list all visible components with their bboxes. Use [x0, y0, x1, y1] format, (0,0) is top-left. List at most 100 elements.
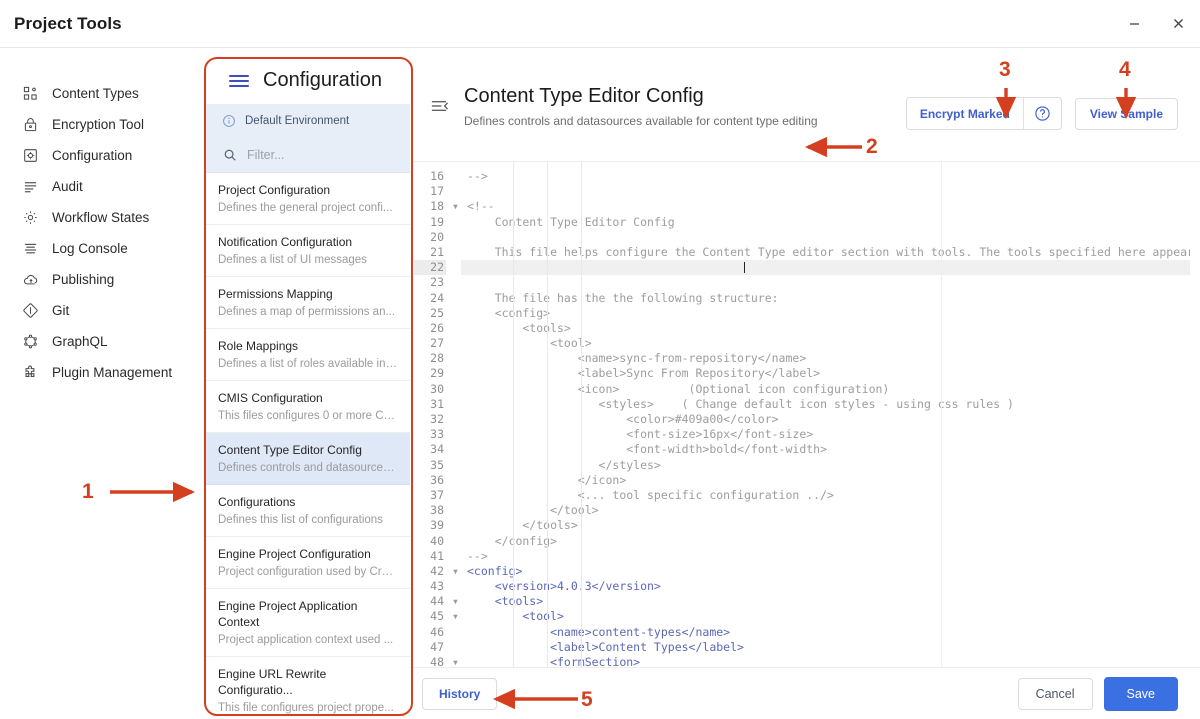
- fold-toggle-icon[interactable]: ▾: [450, 594, 461, 609]
- filter-input[interactable]: Filter...: [205, 137, 410, 173]
- sidebar-item-git[interactable]: Git: [0, 295, 205, 326]
- sidebar-item-label: Publishing: [52, 272, 115, 287]
- configuration-list-item[interactable]: Role Mappings Defines a list of roles ava…: [205, 329, 410, 381]
- editor-line-number: 35: [430, 457, 444, 472]
- encrypt-marked-group: Encrypt Marked: [905, 97, 1062, 130]
- configuration-list-item[interactable]: Engine URL Rewrite Configuratio... This f…: [205, 657, 410, 716]
- configuration-item-name: Content Type Editor Config: [218, 443, 362, 457]
- puzzle-icon: [22, 364, 39, 381]
- configuration-list[interactable]: Project Configuration Defines the general…: [205, 173, 410, 716]
- editor-line-number: 34: [430, 442, 444, 457]
- configuration-list-item[interactable]: Project Configuration Defines the general…: [205, 173, 410, 225]
- sidebar-item-configuration[interactable]: Configuration: [0, 140, 205, 171]
- editor-code-line: <tools>: [467, 320, 571, 335]
- editor-line-number: 17: [430, 184, 444, 199]
- editor-code-line: </tool>: [467, 503, 599, 518]
- cancel-button[interactable]: Cancel: [1017, 677, 1093, 710]
- question-circle-icon[interactable]: [1024, 98, 1061, 129]
- environment-row[interactable]: Default Environment: [205, 104, 410, 137]
- editor-code-line: <tools>: [467, 594, 544, 609]
- editor-active-line-highlight: [461, 260, 1200, 276]
- sidebar-item-encryption-tool[interactable]: Encryption Tool: [0, 109, 205, 140]
- configuration-list-item[interactable]: Notification Configuration Defines a list…: [205, 225, 410, 277]
- editor-code-line: <config>: [467, 305, 551, 320]
- editor-line-number: 23: [430, 275, 444, 290]
- close-icon[interactable]: [1156, 0, 1200, 48]
- configuration-item-description: This file configures project prope...: [218, 702, 394, 714]
- collapse-panel-icon[interactable]: [414, 80, 464, 114]
- main-subtitle: Defines controls and datasources availab…: [464, 114, 818, 128]
- configuration-list-item[interactable]: CMIS Configuration This files configures …: [205, 381, 410, 433]
- editor-line-number: 18: [430, 199, 444, 214]
- sidebar-item-content-types[interactable]: Content Types: [0, 78, 205, 109]
- editor-line-number: 19: [430, 214, 444, 229]
- sidebar-item-publishing[interactable]: Publishing: [0, 264, 205, 295]
- editor-vertical-scrollbar[interactable]: [1190, 162, 1200, 667]
- configuration-list-item[interactable]: Engine Project Application Context Projec…: [205, 589, 410, 657]
- editor-indent-guide: [547, 162, 548, 667]
- environment-label: Default Environment: [245, 114, 350, 127]
- fold-toggle-icon[interactable]: ▾: [450, 564, 461, 579]
- main-header: Content Type Editor Config Defines contr…: [414, 57, 1200, 162]
- editor-line-number: 21: [430, 244, 444, 259]
- editor-code-line: <formSection>: [467, 655, 641, 667]
- configuration-list-item[interactable]: Configurations Defines this list of confi…: [205, 485, 410, 537]
- editor-code-area[interactable]: --> <!-- Content Type Editor Config This …: [461, 162, 1200, 667]
- sidebar-item-label: Configuration: [52, 148, 133, 163]
- editor-code-line: <... tool specific configuration ../>: [467, 487, 834, 502]
- sidebar-item-graphql[interactable]: GraphQL: [0, 326, 205, 357]
- editor-code-line: <tool>: [467, 336, 592, 351]
- minimize-icon[interactable]: [1112, 0, 1156, 48]
- code-editor[interactable]: 16 17 18 19 20 21 22 23 24 25 26 27 28 29 30 31 32 33 34 35…: [414, 162, 1200, 667]
- view-sample-button[interactable]: View Sample: [1074, 97, 1178, 130]
- sidebar-item-plugin-management[interactable]: Plugin Management: [0, 357, 205, 388]
- main-header-texts: Content Type Editor Config Defines contr…: [464, 80, 906, 128]
- configuration-item-description: Defines this list of configurations: [218, 514, 383, 526]
- configuration-item-name: Engine Project Application Context: [218, 599, 358, 629]
- editor-code-line: <name>content-types</name>: [467, 624, 731, 639]
- sidebar-item-log-console[interactable]: Log Console: [0, 233, 205, 264]
- history-button[interactable]: History: [422, 677, 498, 710]
- sidebar-item-label: Log Console: [52, 241, 128, 256]
- configuration-list-item[interactable]: Content Type Editor Config Defines contro…: [205, 433, 410, 485]
- fold-toggle-icon[interactable]: ▾: [450, 199, 461, 214]
- hamburger-icon[interactable]: [229, 74, 249, 87]
- fold-toggle-icon[interactable]: ▾: [450, 609, 461, 624]
- app-window: Project Tools Content Types Encryption T…: [0, 0, 1200, 719]
- editor-code-line: <styles> ( Change default icon styles - …: [467, 396, 1014, 411]
- editor-line-number: 41: [430, 548, 444, 563]
- editor-code-line: </styles>: [467, 457, 661, 472]
- configuration-item-description: Defines a list of UI messages: [218, 254, 367, 266]
- encrypt-marked-button[interactable]: Encrypt Marked: [906, 98, 1023, 129]
- editor-guide-line: [941, 162, 942, 667]
- editor-line-number: 31: [430, 396, 444, 411]
- editor-line-number: 16: [430, 169, 444, 183]
- annotation-label-3: 3: [999, 58, 1011, 81]
- editor-line-number: 25: [430, 305, 444, 320]
- fold-toggle-icon[interactable]: ▾: [450, 655, 461, 667]
- info-icon: [222, 114, 236, 128]
- git-icon: [22, 302, 39, 319]
- sidebar-item-workflow-states[interactable]: Workflow States: [0, 202, 205, 233]
- save-button[interactable]: Save: [1103, 676, 1178, 711]
- sidebar: Content Types Encryption Tool Configurat…: [0, 48, 205, 719]
- editor-code-line: -->: [467, 169, 488, 183]
- configuration-list-item[interactable]: Permissions Mapping Defines a map of perm…: [205, 277, 410, 329]
- editor-line-number: 27: [430, 336, 444, 351]
- configuration-list-item[interactable]: Engine Project Configuration Project conf…: [205, 537, 410, 589]
- sidebar-item-audit[interactable]: Audit: [0, 171, 205, 202]
- editor-code-line: <font-width>bold</font-width>: [467, 442, 828, 457]
- configuration-item-name: Role Mappings: [218, 339, 299, 353]
- editor-line-number: 32: [430, 412, 444, 426]
- editor-fold-column[interactable]: ▾▾▾▾▾▾▾: [450, 162, 461, 667]
